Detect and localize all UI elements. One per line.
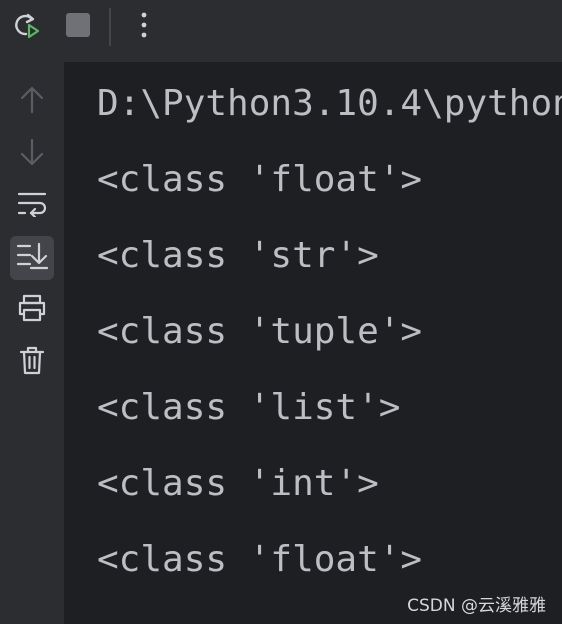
arrow-up-icon: [19, 86, 45, 118]
soft-wrap-button[interactable]: [10, 184, 54, 228]
print-icon: [17, 294, 47, 326]
console-line: <class 'str'>: [97, 235, 379, 276]
trash-icon: [19, 345, 45, 379]
console-line: D:\Python3.10.4\python: [97, 83, 562, 124]
soft-wrap-icon: [17, 191, 47, 221]
arrow-down-icon: [19, 138, 45, 170]
scroll-to-end-icon: [16, 242, 49, 274]
more-options-icon: [139, 10, 149, 44]
stop-button[interactable]: [60, 9, 96, 45]
clear-all-button[interactable]: [10, 340, 54, 384]
rerun-icon: [11, 10, 41, 44]
toolbar-separator: [109, 8, 111, 46]
console-line: <class 'float'>: [97, 539, 423, 580]
run-console-window: D:\Python3.10.4\python <class 'float'> <…: [0, 0, 562, 624]
console-line: <class 'list'>: [97, 387, 401, 428]
console-side-toolbar: [0, 62, 64, 624]
scroll-to-end-button[interactable]: [10, 236, 54, 280]
previous-occurrence-button[interactable]: [10, 80, 54, 124]
console-line: <class 'float'>: [97, 159, 423, 200]
next-occurrence-button[interactable]: [10, 132, 54, 176]
run-toolbar: [0, 0, 562, 62]
stop-icon: [65, 12, 91, 42]
print-button[interactable]: [10, 288, 54, 332]
console-output[interactable]: D:\Python3.10.4\python <class 'float'> <…: [64, 62, 562, 624]
console-line: <class 'int'>: [97, 463, 379, 504]
console-line: <class 'tuple'>: [97, 311, 423, 352]
rerun-button[interactable]: [8, 9, 44, 45]
watermark-text: CSDN @云溪雅雅: [407, 596, 546, 616]
more-options-button[interactable]: [126, 9, 162, 45]
